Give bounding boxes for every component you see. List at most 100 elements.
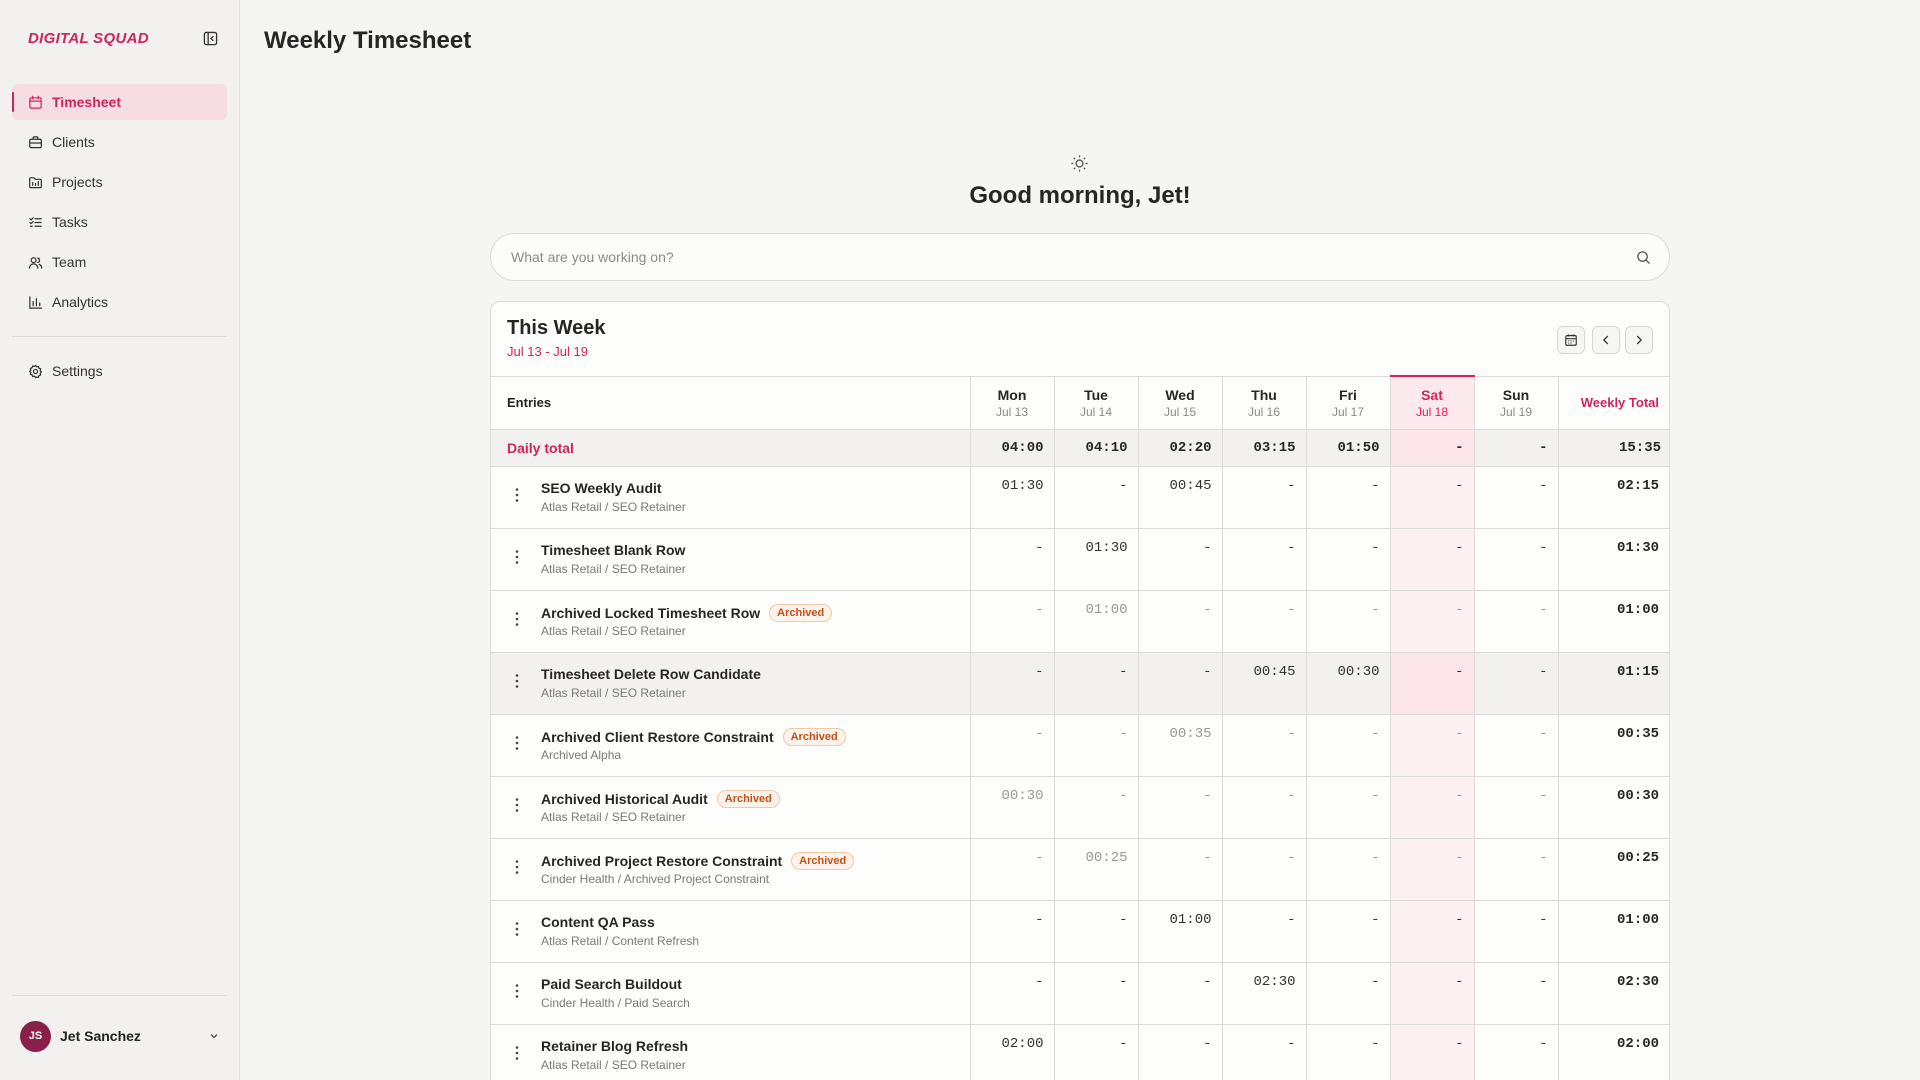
time-cell[interactable]: - bbox=[969, 527, 1054, 590]
time-cell[interactable]: - bbox=[1137, 527, 1222, 590]
time-cell[interactable]: - bbox=[969, 651, 1054, 714]
time-cell[interactable]: - bbox=[1221, 527, 1306, 590]
entry-cell: Timesheet Blank Row Atlas Retail / SEO Re… bbox=[491, 527, 970, 590]
more-options-icon[interactable] bbox=[515, 797, 519, 813]
day-name: Tue bbox=[1084, 386, 1108, 403]
sidebar-item-analytics[interactable]: Analytics bbox=[12, 284, 227, 320]
time-cell[interactable]: - bbox=[1473, 1023, 1558, 1080]
time-cell[interactable]: - bbox=[1221, 465, 1306, 528]
time-cell[interactable]: - bbox=[1473, 527, 1558, 590]
time-cell[interactable]: 01:30 bbox=[969, 465, 1054, 528]
week-card: This Week Jul 13 - Jul 19 Entries Mon Jul… bbox=[490, 301, 1670, 1080]
table-row[interactable]: Timesheet Blank Row Atlas Retail / SEO Re… bbox=[491, 527, 1669, 590]
time-cell[interactable]: - bbox=[1473, 651, 1558, 714]
more-options-icon[interactable] bbox=[515, 611, 519, 627]
table-row[interactable]: Archived Client Restore Constraint Archiv… bbox=[491, 713, 1669, 776]
time-cell[interactable]: - bbox=[1137, 961, 1222, 1024]
chevron-down-icon[interactable] bbox=[208, 1030, 220, 1042]
more-options-icon[interactable] bbox=[515, 1045, 519, 1061]
time-cell[interactable]: - bbox=[1221, 899, 1306, 962]
time-cell[interactable]: - bbox=[1473, 899, 1558, 962]
table-row[interactable]: Archived Historical Audit Archived Atlas R… bbox=[491, 775, 1669, 838]
time-cell[interactable]: - bbox=[1389, 961, 1474, 1024]
daily-total-value: 02:20 bbox=[1137, 428, 1222, 466]
time-cell[interactable]: - bbox=[1305, 465, 1390, 528]
table-row[interactable]: Content QA Pass Atlas Retail / Content Re… bbox=[491, 899, 1669, 962]
time-cell[interactable]: 00:45 bbox=[1137, 465, 1222, 528]
entry-title-wrap: Timesheet Blank Row bbox=[541, 542, 685, 558]
time-cell[interactable]: - bbox=[1389, 465, 1474, 528]
sidebar-item-projects[interactable]: Projects bbox=[12, 164, 227, 200]
entry-subtitle: Atlas Retail / SEO Retainer bbox=[541, 1057, 686, 1072]
time-cell[interactable]: 01:00 bbox=[1137, 899, 1222, 962]
more-options-icon[interactable] bbox=[515, 487, 519, 503]
sidebar-nav: Timesheet Clients Projects Tasks Team Analyti… bbox=[12, 84, 227, 324]
time-cell[interactable]: - bbox=[1389, 527, 1474, 590]
table-row[interactable]: Paid Search Buildout Cinder Health / Paid… bbox=[491, 961, 1669, 1024]
time-cell[interactable]: - bbox=[1305, 899, 1390, 962]
time-cell[interactable]: - bbox=[1389, 1023, 1474, 1080]
time-cell[interactable]: - bbox=[1389, 651, 1474, 714]
time-cell[interactable]: - bbox=[1473, 961, 1558, 1024]
day-date: Jul 16 bbox=[1247, 404, 1281, 419]
sidebar-item-timesheet[interactable]: Timesheet bbox=[12, 84, 227, 120]
daily-total-label: Daily total bbox=[491, 428, 970, 466]
table-row[interactable]: SEO Weekly Audit Atlas Retail / SEO Retai… bbox=[491, 465, 1669, 528]
time-cell[interactable]: 00:30 bbox=[1305, 651, 1390, 714]
more-options-icon[interactable] bbox=[515, 921, 519, 937]
time-cell[interactable]: - bbox=[1053, 465, 1138, 528]
time-cell[interactable]: - bbox=[1053, 961, 1138, 1024]
more-options-icon[interactable] bbox=[515, 859, 519, 875]
next-week-button[interactable] bbox=[1625, 326, 1653, 354]
entry-subtitle: Archived Alpha bbox=[541, 747, 622, 762]
entry-title-wrap: Archived Locked Timesheet Row Archived bbox=[541, 603, 833, 622]
search-input[interactable] bbox=[511, 234, 1611, 280]
calendar-icon bbox=[1565, 334, 1577, 346]
time-cell: - bbox=[1137, 837, 1222, 900]
table-row[interactable]: Archived Project Restore Constraint Archi… bbox=[491, 837, 1669, 900]
time-cell[interactable]: - bbox=[1305, 527, 1390, 590]
more-options-icon[interactable] bbox=[515, 549, 519, 565]
daily-total-value: 03:15 bbox=[1221, 428, 1306, 466]
time-cell[interactable]: 02:00 bbox=[969, 1023, 1054, 1080]
sidebar-item-team[interactable]: Team bbox=[12, 244, 227, 280]
more-options-icon[interactable] bbox=[515, 735, 519, 751]
time-cell[interactable]: - bbox=[1053, 1023, 1138, 1080]
time-cell[interactable]: - bbox=[1053, 651, 1138, 714]
time-cell: - bbox=[1305, 837, 1390, 900]
user-menu[interactable]: JS Jet Sanchez bbox=[20, 1020, 220, 1052]
daily-total-value: 01:50 bbox=[1305, 428, 1390, 466]
time-cell[interactable]: - bbox=[1473, 465, 1558, 528]
time-cell[interactable]: - bbox=[1389, 899, 1474, 962]
brand-logo[interactable]: DIGITAL SQUAD bbox=[28, 30, 149, 47]
table-row[interactable]: Timesheet Delete Row Candidate Atlas Reta… bbox=[491, 651, 1669, 714]
more-options-icon[interactable] bbox=[515, 673, 519, 689]
time-cell[interactable]: 02:30 bbox=[1221, 961, 1306, 1024]
sidebar-item-settings[interactable]: Settings bbox=[12, 353, 227, 389]
time-cell[interactable]: - bbox=[1137, 651, 1222, 714]
more-options-icon[interactable] bbox=[515, 983, 519, 999]
time-cell[interactable]: - bbox=[1221, 1023, 1306, 1080]
time-cell[interactable]: 00:45 bbox=[1221, 651, 1306, 714]
previous-week-button[interactable] bbox=[1592, 326, 1620, 354]
time-cell[interactable]: - bbox=[1305, 961, 1390, 1024]
time-cell[interactable]: - bbox=[969, 961, 1054, 1024]
entry-title-wrap: Content QA Pass bbox=[541, 914, 655, 930]
time-cell: - bbox=[1221, 837, 1306, 900]
table-row[interactable]: Archived Locked Timesheet Row Archived Atl… bbox=[491, 589, 1669, 652]
search-icon[interactable] bbox=[1636, 250, 1651, 265]
table-row[interactable]: Retainer Blog Refresh Atlas Retail / SEO … bbox=[491, 1023, 1669, 1080]
gear-icon bbox=[28, 364, 43, 378]
time-cell[interactable]: 01:30 bbox=[1053, 527, 1138, 590]
time-cell[interactable]: - bbox=[969, 899, 1054, 962]
time-cell[interactable]: - bbox=[1053, 899, 1138, 962]
row-weekly-total: 02:15 bbox=[1557, 465, 1669, 528]
calendar-picker-button[interactable] bbox=[1557, 326, 1585, 354]
sidebar-item-tasks[interactable]: Tasks bbox=[12, 204, 227, 240]
time-cell[interactable]: - bbox=[1305, 1023, 1390, 1080]
collapse-sidebar-icon[interactable] bbox=[203, 31, 218, 46]
day-header-sun: Sun Jul 19 bbox=[1473, 375, 1558, 429]
entry-cell: Retainer Blog Refresh Atlas Retail / SEO … bbox=[491, 1023, 970, 1080]
sidebar-item-clients[interactable]: Clients bbox=[12, 124, 227, 160]
time-cell[interactable]: - bbox=[1137, 1023, 1222, 1080]
